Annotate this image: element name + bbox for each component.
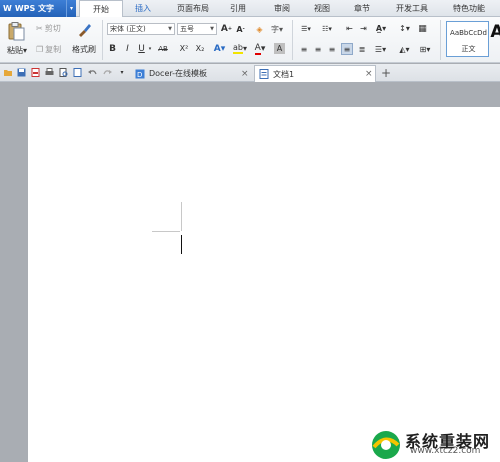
- tab-document1[interactable]: 文档1 ×: [254, 65, 376, 82]
- margin-corner-mark: [152, 231, 180, 232]
- wps-logo-icon: W: [3, 4, 12, 13]
- tab-label: 文档1: [273, 69, 295, 79]
- chevron-down-icon[interactable]: ▾: [66, 0, 76, 17]
- tab-view[interactable]: 视图: [306, 0, 338, 17]
- tab-docer-templates[interactable]: D Docer-在线模板 ×: [131, 65, 253, 82]
- divider: [292, 20, 293, 60]
- style-name: 正文: [461, 45, 476, 53]
- sort-icon[interactable]: ↕▾: [398, 23, 411, 34]
- align-center-icon[interactable]: ≡: [313, 44, 323, 54]
- brush-icon[interactable]: [76, 22, 92, 38]
- highlight-icon[interactable]: ab ▾: [232, 43, 248, 54]
- font-color-icon[interactable]: A ▾: [253, 43, 267, 55]
- chevron-down-icon: ▼: [168, 26, 172, 32]
- change-case-icon[interactable]: A̲▾: [373, 23, 389, 34]
- watermark-url: www.xtcz2.com: [410, 446, 481, 456]
- app-name: WPS 文字: [14, 4, 55, 13]
- copy-button[interactable]: ❐ 复制: [36, 44, 66, 54]
- paste-label: 粘贴: [6, 45, 23, 55]
- tab-developer[interactable]: 开发工具: [390, 0, 434, 17]
- font-size-value: 五号: [180, 25, 194, 33]
- watermark-logo-icon: [372, 431, 400, 459]
- document-tab-bar: ▾ D Docer-在线模板 × 文档1 × +: [0, 64, 500, 82]
- format-painter-button[interactable]: 格式刷: [70, 44, 98, 54]
- copy-label: 复制: [45, 44, 62, 54]
- print-icon[interactable]: [45, 68, 54, 77]
- paste-icon[interactable]: [6, 21, 26, 41]
- save-icon[interactable]: [17, 68, 26, 77]
- redo-icon[interactable]: [103, 68, 112, 77]
- font-name-select[interactable]: 宋体 (正文) ▼: [107, 23, 175, 35]
- table-grid-icon[interactable]: ▦: [417, 23, 428, 34]
- cut-label: 剪切: [44, 23, 61, 33]
- font-name-value: 宋体 (正文): [110, 25, 146, 33]
- bold-button[interactable]: B: [108, 43, 117, 54]
- align-right-icon[interactable]: ≡: [327, 44, 337, 54]
- text-effects-icon[interactable]: A▾: [213, 43, 226, 54]
- paragraph-shading-icon[interactable]: ◭▾: [396, 44, 413, 54]
- margin-corner-mark: [181, 202, 182, 231]
- tab-references[interactable]: 引用: [222, 0, 254, 17]
- style-heading-sample[interactable]: A: [490, 21, 500, 43]
- print-preview-icon[interactable]: [59, 68, 68, 77]
- tab-label: Docer-在线模板: [149, 69, 208, 78]
- app-menu-button[interactable]: W WPS 文字 ▾: [0, 0, 76, 17]
- new-tab-button[interactable]: +: [380, 66, 392, 80]
- shrink-font-icon[interactable]: A-: [235, 23, 246, 35]
- italic-button[interactable]: I: [123, 43, 132, 54]
- divider: [102, 20, 103, 60]
- document-icon[interactable]: [73, 68, 82, 77]
- tab-start[interactable]: 开始: [79, 0, 123, 18]
- borders-icon[interactable]: ⊞▾: [417, 44, 433, 54]
- copy-icon: ❐: [36, 44, 44, 54]
- chevron-down-icon: ▼: [210, 26, 214, 32]
- phonetic-guide-icon[interactable]: 字▾: [270, 23, 284, 35]
- tab-page-layout[interactable]: 页面布局: [170, 0, 216, 17]
- line-spacing-icon[interactable]: ☰▾: [373, 44, 388, 54]
- tab-special-features[interactable]: 特色功能: [444, 0, 494, 17]
- superscript-button[interactable]: X²: [178, 43, 190, 54]
- close-icon[interactable]: ×: [365, 69, 373, 79]
- style-sample: AaBbCcDd: [450, 29, 487, 37]
- close-icon[interactable]: ×: [241, 69, 249, 79]
- text-cursor: [181, 235, 182, 254]
- docer-icon: D: [135, 69, 145, 79]
- style-normal[interactable]: AaBbCcDd 正文: [446, 21, 489, 57]
- decrease-indent-icon[interactable]: ⇤: [344, 23, 355, 34]
- tab-review[interactable]: 审阅: [266, 0, 298, 17]
- undo-icon[interactable]: [88, 68, 97, 77]
- export-pdf-icon[interactable]: [31, 68, 40, 77]
- char-shading-icon[interactable]: A: [274, 43, 285, 54]
- paste-button[interactable]: 粘贴 ▾: [4, 45, 30, 55]
- distribute-icon[interactable]: ≣: [357, 44, 367, 54]
- svg-text:D: D: [137, 71, 142, 79]
- chevron-down-icon[interactable]: ▾: [147, 43, 153, 54]
- subscript-button[interactable]: X₂: [194, 43, 206, 54]
- ribbon: 粘贴 ▾ ✂ 剪切 ❐ 复制 格式刷 宋体 (正文) ▼ 五号 ▼ A + A- ◈ 字…: [0, 17, 500, 63]
- scissors-icon: ✂: [36, 23, 43, 33]
- tab-sections[interactable]: 章节: [346, 0, 378, 17]
- divider: [440, 20, 441, 60]
- increase-indent-icon[interactable]: ⇥: [358, 23, 369, 34]
- word-document-icon: [259, 69, 269, 79]
- underline-button[interactable]: U: [137, 43, 146, 54]
- quick-access-menu-icon[interactable]: ▾: [118, 68, 126, 77]
- justify-icon[interactable]: ≡: [341, 43, 353, 55]
- cut-button[interactable]: ✂ 剪切: [36, 23, 66, 33]
- align-left-icon[interactable]: ≡: [299, 44, 309, 54]
- strikethrough-button[interactable]: AB: [156, 43, 170, 54]
- tab-insert[interactable]: 插入: [125, 0, 161, 17]
- bullets-icon[interactable]: ☰▾: [298, 23, 314, 34]
- grow-font-icon[interactable]: A +: [221, 23, 232, 35]
- document-page[interactable]: [28, 107, 500, 462]
- font-size-select[interactable]: 五号 ▼: [177, 23, 217, 35]
- menu-bar: W WPS 文字 ▾ 开始 插入 页面布局 引用 审阅 视图 章节 开发工具 特…: [0, 0, 500, 18]
- clear-format-icon[interactable]: ◈: [254, 23, 265, 35]
- numbering-icon[interactable]: ☷▾: [319, 23, 335, 34]
- open-folder-icon[interactable]: [4, 68, 13, 77]
